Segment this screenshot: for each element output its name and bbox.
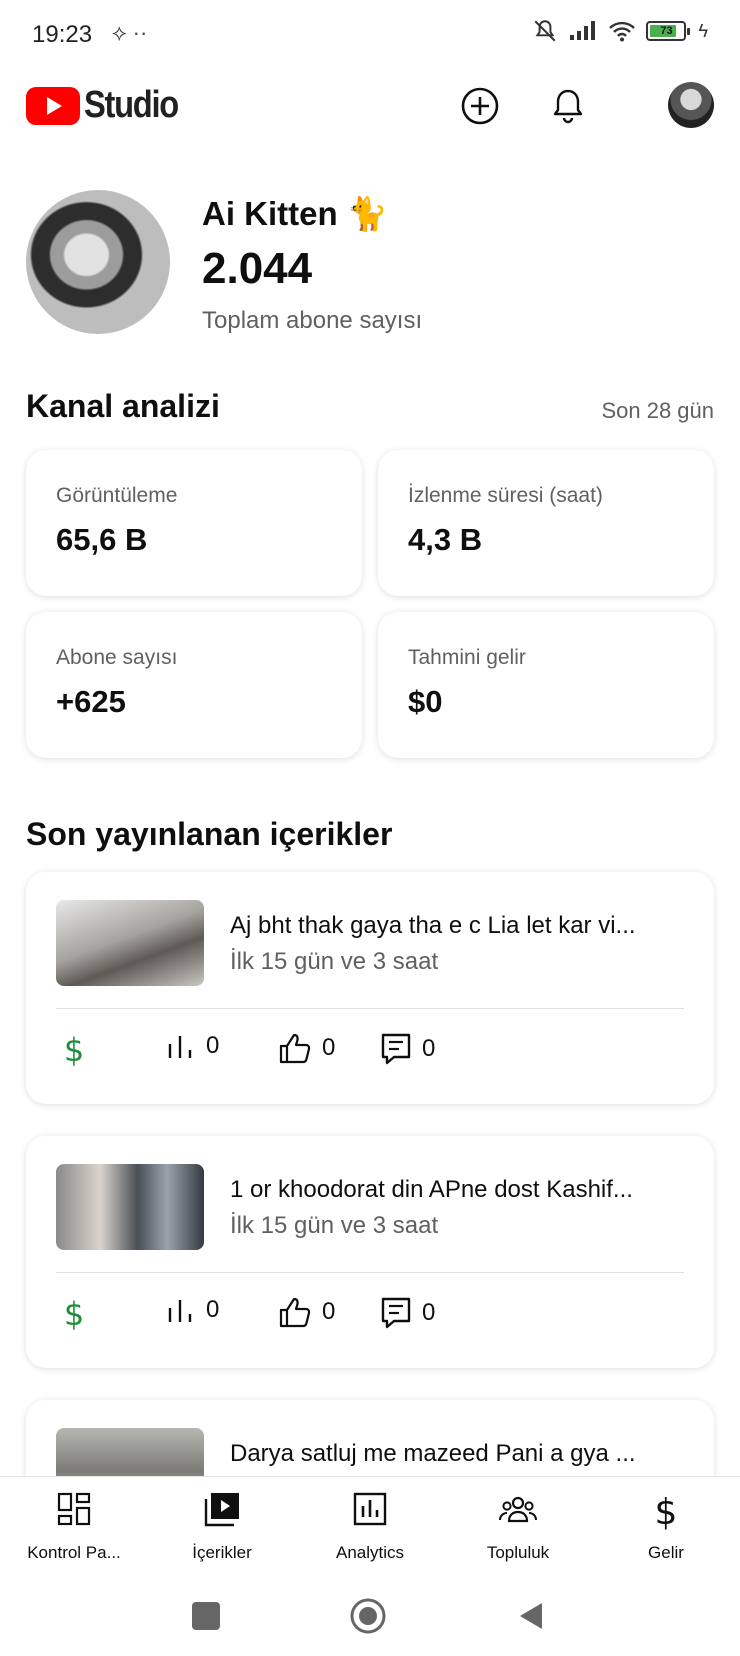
svg-text:$: $ [655, 1492, 678, 1531]
charging-icon: ϟ [698, 20, 708, 41]
bar-chart-icon [168, 1036, 192, 1058]
stat-value: 4,3 B [408, 522, 483, 557]
stat-value: 65,6 B [56, 522, 148, 557]
dollar-icon: $ [64, 1032, 84, 1068]
comment-icon [381, 1297, 411, 1329]
nav-label: Analytics [335, 1543, 405, 1562]
video-thumbnail[interactable] [56, 1164, 204, 1250]
dashboard-icon [57, 1492, 91, 1526]
nav-analytics[interactable]: Analytics [296, 1477, 444, 1579]
create-button[interactable] [456, 82, 504, 130]
mute-icon [535, 20, 556, 42]
app-name: Studio [84, 84, 179, 126]
thumbs-up-icon [279, 1033, 311, 1064]
video-period: İlk 15 gün ve 3 saat [230, 1212, 439, 1239]
content-card[interactable]: Aj bht thak gaya tha e c Lia let kar vi.… [26, 872, 714, 1104]
nav-content[interactable]: İçerikler [148, 1477, 296, 1579]
thumbs-up-icon [279, 1297, 311, 1328]
system-navigation-bar [0, 1578, 740, 1656]
add-circle-icon [461, 87, 499, 125]
nav-earn[interactable]: $ Gelir [592, 1477, 740, 1579]
bar-chart-icon [168, 1300, 192, 1322]
video-title: Aj bht thak gaya tha e c Lia let kar vi.… [230, 912, 636, 939]
comment-icon [381, 1033, 411, 1065]
nav-label: İçerikler [192, 1543, 252, 1562]
stat-card-views[interactable]: Görüntüleme 65,6 B [26, 450, 362, 596]
nav-label: Kontrol Pa... [27, 1543, 121, 1562]
views-metric: 0 [166, 1032, 219, 1060]
stat-label: Görüntüleme [56, 484, 178, 507]
stat-label: Abone sayısı [56, 646, 178, 669]
back-triangle-icon [520, 1603, 542, 1629]
dollar-icon: $ [64, 1296, 84, 1332]
views-metric: 0 [166, 1296, 219, 1324]
bell-icon [553, 89, 583, 124]
video-metrics: $ 0 0 0 [56, 1032, 656, 1072]
content-icon [204, 1493, 239, 1527]
app-header: Studio [0, 72, 740, 144]
recent-content-title: Son yayınlanan içerikler [26, 816, 393, 852]
comments-metric: 0 [380, 1032, 435, 1066]
analytics-period: Son 28 gün [601, 398, 714, 423]
nav-dashboard[interactable]: Kontrol Pa... [0, 1477, 148, 1579]
stat-card-watch-time[interactable]: İzlenme süresi (saat) 4,3 B [378, 450, 714, 596]
subscriber-label: Toplam abone sayısı [202, 307, 423, 334]
nav-label: Gelir [648, 1543, 684, 1562]
stat-value: $0 [408, 684, 443, 719]
video-title: 1 or khoodorat din APne dost Kashif... [230, 1176, 633, 1203]
status-bar: 19:23 ⟡ ·· 73 ϟ [0, 0, 740, 72]
nav-community[interactable]: Topluluk [444, 1477, 592, 1579]
community-icon [499, 1496, 537, 1523]
status-time: 19:23 [32, 21, 93, 48]
revenue-metric: $ [62, 1032, 86, 1068]
likes-metric: 0 [278, 1032, 335, 1064]
channel-name: Ai Kitten 🐈 [202, 195, 388, 232]
stat-label: İzlenme süresi (saat) [408, 484, 603, 507]
youtube-logo-icon [26, 86, 80, 125]
dollar-icon: $ [655, 1492, 678, 1531]
channel-avatar[interactable] [26, 190, 170, 334]
account-avatar[interactable] [668, 82, 714, 128]
home-circle-icon [350, 1598, 386, 1634]
subscriber-count: 2.044 [202, 244, 313, 293]
nav-label: Topluluk [486, 1543, 550, 1562]
home-button[interactable] [348, 1596, 388, 1636]
wifi-icon [609, 21, 636, 42]
youtube-studio-logo[interactable]: Studio [26, 84, 193, 127]
stat-card-subscribers[interactable]: Abone sayısı +625 [26, 612, 362, 758]
back-button[interactable] [516, 1600, 548, 1632]
comments-metric: 0 [380, 1296, 435, 1330]
status-right-icons: 73 ϟ [532, 18, 708, 44]
stat-value: +625 [56, 684, 126, 719]
stat-label: Tahmini gelir [408, 646, 526, 669]
video-thumbnail[interactable] [56, 900, 204, 986]
video-period: İlk 15 gün ve 3 saat [230, 948, 439, 975]
divider [56, 1272, 684, 1273]
notifications-button[interactable] [544, 82, 592, 130]
bottom-navigation: Kontrol Pa... İçerikler Analytics Toplul… [0, 1476, 740, 1579]
revenue-metric: $ [62, 1296, 86, 1332]
svg-text:$: $ [64, 1032, 84, 1068]
video-metrics: $ 0 0 0 [56, 1296, 656, 1336]
content-card[interactable]: 1 or khoodorat din APne dost Kashif... İ… [26, 1136, 714, 1368]
analytics-icon [353, 1492, 387, 1526]
svg-text:$: $ [64, 1296, 84, 1332]
status-notification-icons: ⟡ ·· [112, 20, 148, 45]
channel-analytics-title: Kanal analizi [26, 388, 220, 424]
divider [56, 1008, 684, 1009]
recents-button[interactable] [192, 1602, 220, 1630]
likes-metric: 0 [278, 1296, 335, 1328]
battery-icon: 73 [646, 21, 691, 41]
video-title: Darya satluj me mazeed Pani a gya ... [230, 1440, 636, 1467]
signal-icon [570, 21, 596, 40]
stat-card-revenue[interactable]: Tahmini gelir $0 [378, 612, 714, 758]
